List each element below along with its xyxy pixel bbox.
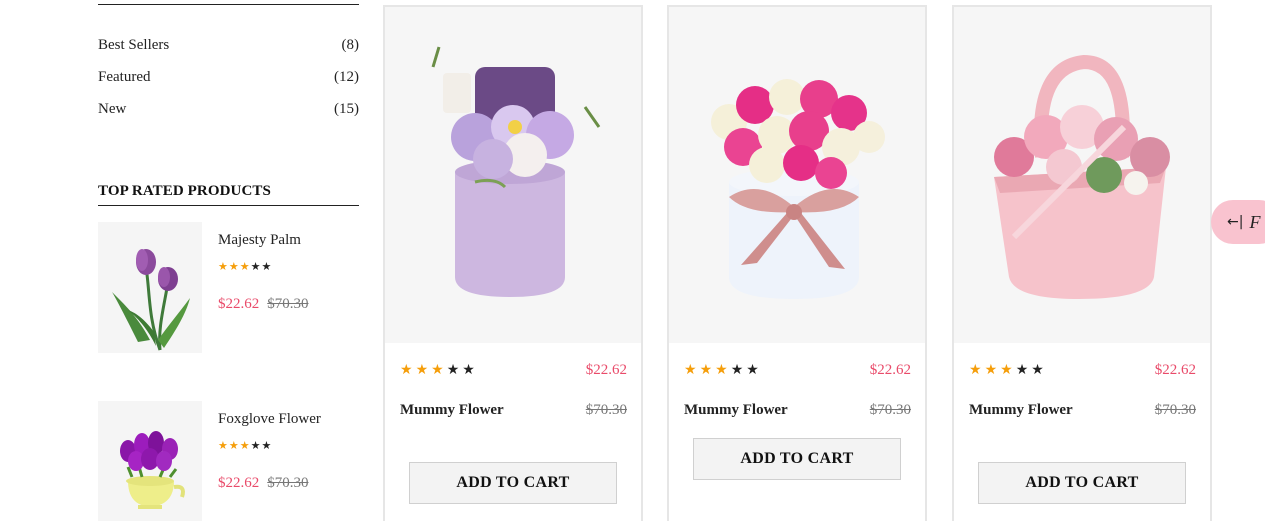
rating-stars: ★★★★★ bbox=[684, 362, 762, 379]
rose-box-image bbox=[711, 79, 885, 299]
tab-letter: F bbox=[1249, 211, 1261, 232]
category-label: New bbox=[98, 100, 127, 117]
star-icon: ★ bbox=[446, 363, 463, 378]
arrow-left-bar-icon: ←| bbox=[1227, 214, 1244, 230]
category-best-sellers[interactable]: Best Sellers (8) bbox=[98, 34, 359, 56]
star-icon: ★ bbox=[250, 261, 262, 273]
mini-product-name[interactable]: Majesty Palm bbox=[218, 232, 301, 249]
floating-side-tab[interactable]: ←| F bbox=[1211, 200, 1265, 244]
rating-stars: ★★★★★ bbox=[218, 439, 272, 452]
product-image[interactable] bbox=[954, 7, 1210, 343]
star-icon: ★ bbox=[699, 363, 716, 378]
product-name[interactable]: Mummy Flower bbox=[969, 402, 1073, 419]
price-current: $22.62 bbox=[585, 362, 627, 378]
price-current: $22.62 bbox=[218, 296, 260, 312]
price-old: $70.30 bbox=[267, 475, 309, 491]
mini-product-image[interactable] bbox=[98, 222, 202, 353]
star-icon: ★ bbox=[218, 261, 229, 273]
star-icon: ★ bbox=[261, 261, 273, 273]
star-icon: ★ bbox=[684, 363, 700, 378]
add-to-cart-button[interactable]: ADD TO CART bbox=[693, 438, 901, 480]
rating-stars: ★★★★★ bbox=[218, 260, 272, 273]
star-icon: ★ bbox=[969, 363, 985, 378]
star-icon: ★ bbox=[462, 363, 478, 378]
price-old: $70.30 bbox=[267, 296, 309, 312]
category-count: (12) bbox=[334, 68, 359, 85]
star-icon: ★ bbox=[228, 440, 240, 452]
rating-stars: ★★★★★ bbox=[969, 362, 1047, 379]
mini-product-image[interactable] bbox=[98, 401, 202, 521]
star-icon: ★ bbox=[984, 363, 1001, 378]
mini-product-name[interactable]: Foxglove Flower bbox=[218, 411, 321, 428]
rating-stars: ★★★★★ bbox=[400, 362, 478, 379]
price-old: $70.30 bbox=[585, 402, 627, 418]
product-card: ★★★★★ $22.62 Mummy Flower $70.30 ADD TO … bbox=[952, 5, 1212, 521]
star-icon: ★ bbox=[400, 363, 416, 378]
star-icon: ★ bbox=[239, 261, 251, 273]
heading-divider bbox=[98, 205, 359, 206]
star-icon: ★ bbox=[250, 440, 262, 452]
category-new[interactable]: New (15) bbox=[98, 98, 359, 120]
star-icon: ★ bbox=[431, 363, 447, 378]
star-icon: ★ bbox=[261, 440, 273, 452]
pink-basket-image bbox=[994, 54, 1170, 299]
star-icon: ★ bbox=[1000, 363, 1016, 378]
add-to-cart-button[interactable]: ADD TO CART bbox=[978, 462, 1186, 504]
price-old: $70.30 bbox=[1154, 402, 1196, 418]
potted-flower-image bbox=[120, 431, 185, 509]
top-rated-heading: TOP RATED PRODUCTS bbox=[98, 183, 271, 199]
lavender-bouquet-image bbox=[431, 46, 601, 297]
star-icon: ★ bbox=[415, 363, 432, 378]
price-current: $22.62 bbox=[218, 475, 260, 491]
category-label: Best Sellers bbox=[98, 36, 170, 53]
price-current: $22.62 bbox=[1154, 362, 1196, 378]
category-label: Featured bbox=[98, 68, 151, 85]
mini-product-price: $22.62 $70.30 bbox=[218, 296, 309, 313]
sidebar-divider bbox=[98, 4, 359, 5]
category-featured[interactable]: Featured (12) bbox=[98, 66, 359, 88]
product-image[interactable] bbox=[669, 7, 925, 343]
product-card: ★★★★★ $22.62 Mummy Flower $70.30 ADD TO … bbox=[667, 5, 927, 521]
star-icon: ★ bbox=[1031, 363, 1047, 378]
add-to-cart-button[interactable]: ADD TO CART bbox=[409, 462, 617, 504]
product-name[interactable]: Mummy Flower bbox=[400, 402, 504, 419]
product-card: ★★★★★ $22.62 Mummy Flower $70.30 ADD TO … bbox=[383, 5, 643, 521]
product-image[interactable] bbox=[385, 7, 641, 343]
star-icon: ★ bbox=[218, 440, 229, 452]
star-icon: ★ bbox=[715, 363, 731, 378]
price-current: $22.62 bbox=[869, 362, 911, 378]
category-count: (15) bbox=[334, 100, 359, 117]
star-icon: ★ bbox=[228, 261, 240, 273]
star-icon: ★ bbox=[746, 363, 762, 378]
tulip-image bbox=[112, 249, 190, 351]
star-icon: ★ bbox=[1015, 363, 1032, 378]
mini-product-price: $22.62 $70.30 bbox=[218, 475, 309, 492]
star-icon: ★ bbox=[730, 363, 747, 378]
category-count: (8) bbox=[341, 36, 360, 53]
star-icon: ★ bbox=[239, 440, 251, 452]
product-name[interactable]: Mummy Flower bbox=[684, 402, 788, 419]
price-old: $70.30 bbox=[869, 402, 911, 418]
